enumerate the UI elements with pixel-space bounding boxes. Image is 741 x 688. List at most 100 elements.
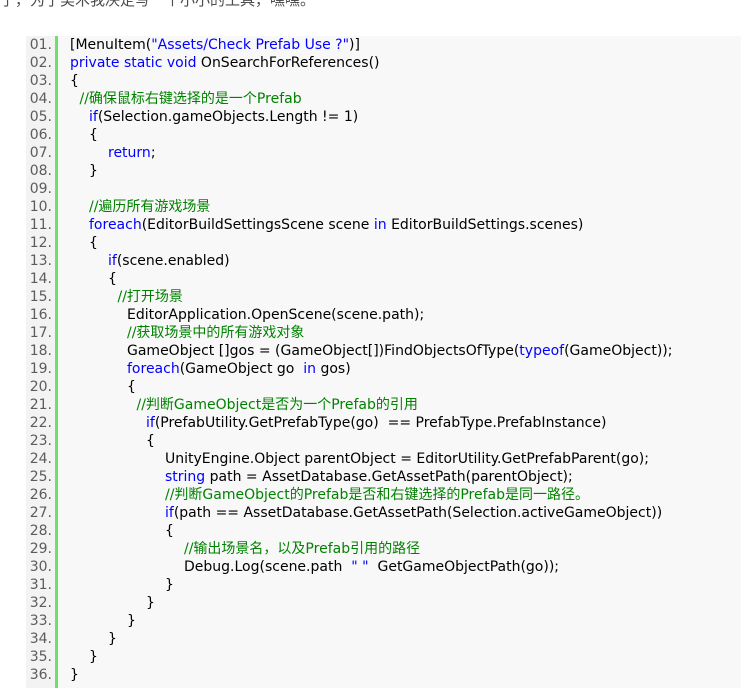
code-line: 35.} bbox=[26, 648, 741, 666]
code-token-plain: { bbox=[89, 235, 98, 251]
code-token-keyword: foreach bbox=[89, 217, 142, 233]
code-token-plain: GameObject []gos = (GameObject[])FindObj… bbox=[127, 343, 520, 359]
code-line: 15. //打开场景 bbox=[26, 288, 741, 306]
line-number: 25. bbox=[29, 469, 52, 485]
code-text: //输出场景名，以及Prefab引用的路径 bbox=[184, 540, 420, 558]
code-token-plain: } bbox=[108, 631, 117, 647]
code-token-keyword: private static void bbox=[70, 55, 197, 71]
line-number: 04. bbox=[29, 91, 52, 107]
code-text: foreach(EditorBuildSettingsScene scene i… bbox=[89, 216, 583, 234]
code-line: 14. { bbox=[26, 270, 741, 288]
code-line: 08.} bbox=[26, 162, 741, 180]
code-token-plain: (scene.enabled) bbox=[116, 253, 230, 269]
code-token-plain: } bbox=[146, 595, 155, 611]
code-line: 31.} bbox=[26, 576, 741, 594]
code-text: [MenuItem("Assets/Check Prefab Use ?")] bbox=[70, 36, 360, 54]
code-line: 01. [MenuItem("Assets/Check Prefab Use ?"… bbox=[26, 36, 741, 54]
code-text: return; bbox=[108, 144, 156, 162]
code-token-keyword: typeof bbox=[519, 343, 565, 359]
code-token-plain: { bbox=[89, 127, 98, 143]
code-token-keyword: return bbox=[108, 145, 151, 161]
code-token-plain: gos) bbox=[316, 361, 351, 377]
line-number: 29. bbox=[29, 541, 52, 557]
line-number: 02. bbox=[29, 55, 52, 71]
code-text: { bbox=[146, 432, 155, 450]
code-text: } bbox=[89, 648, 98, 666]
code-token-plain: { bbox=[165, 523, 174, 539]
code-token-comment: //判断GameObject是否为一个Prefab的引用 bbox=[136, 397, 418, 413]
code-token-plain: } bbox=[89, 649, 98, 665]
code-line: 25. string path = AssetDatabase.GetAssetP… bbox=[26, 468, 741, 486]
code-token-plain: (Selection.gameObjects.Length != 1) bbox=[97, 109, 359, 125]
code-line: 29. //输出场景名，以及Prefab引用的路径 bbox=[26, 540, 741, 558]
line-number: 12. bbox=[29, 235, 52, 251]
code-token-comment: //输出场景名，以及Prefab引用的路径 bbox=[184, 541, 421, 557]
code-token-keyword: foreach bbox=[127, 361, 180, 377]
line-number: 05. bbox=[29, 109, 52, 125]
code-token-plain: { bbox=[108, 271, 117, 287]
line-number: 10. bbox=[29, 199, 52, 215]
line-number: 36. bbox=[29, 667, 52, 683]
code-line: 06. { bbox=[26, 126, 741, 144]
code-token-plain: } bbox=[89, 163, 98, 179]
code-token-plain: EditorBuildSettings.scenes) bbox=[386, 217, 584, 233]
code-text: } bbox=[165, 576, 174, 594]
code-text: GameObject []gos = (GameObject[])FindObj… bbox=[127, 342, 672, 360]
code-text: } bbox=[70, 666, 79, 684]
code-line: 17. //获取场景中的所有游戏对象 bbox=[26, 324, 741, 342]
code-line: 28. { bbox=[26, 522, 741, 540]
code-text: } bbox=[108, 630, 117, 648]
code-text: string path = AssetDatabase.GetAssetPath… bbox=[165, 468, 573, 486]
line-number: 14. bbox=[29, 271, 52, 287]
code-token-plain: path = AssetDatabase.GetAssetPath(parent… bbox=[205, 469, 573, 485]
code-token-string: " " bbox=[351, 559, 369, 575]
code-line: 27. if(path == AssetDatabase.GetAssetPath… bbox=[26, 504, 741, 522]
code-line: 04. //确保鼠标右键选择的是一个Prefab bbox=[26, 90, 741, 108]
code-text: { bbox=[89, 234, 98, 252]
code-line: 21. //判断GameObject是否为一个Prefab的引用 bbox=[26, 396, 741, 414]
code-token-plain: Debug.Log(scene.path bbox=[184, 559, 352, 575]
line-number: 08. bbox=[29, 163, 52, 179]
code-token-comment: //获取场景中的所有游戏对象 bbox=[127, 325, 305, 341]
code-text: if(path == AssetDatabase.GetAssetPath(Se… bbox=[165, 504, 662, 522]
code-line: 09. bbox=[26, 180, 741, 198]
code-token-comment: //判断GameObject的Prefab是否和右键选择的Prefab是同一路径… bbox=[165, 487, 590, 503]
code-token-keyword: if bbox=[146, 415, 155, 431]
code-line: 33.} bbox=[26, 612, 741, 630]
code-block[interactable]: 01. [MenuItem("Assets/Check Prefab Use ?"… bbox=[26, 36, 741, 688]
code-token-plain: (path == AssetDatabase.GetAssetPath(Sele… bbox=[173, 505, 663, 521]
code-token-keyword: in bbox=[373, 217, 387, 233]
code-token-plain: } bbox=[70, 667, 79, 683]
line-number: 03. bbox=[29, 73, 52, 89]
code-token-plain: (EditorBuildSettingsScene scene bbox=[141, 217, 374, 233]
code-token-plain: { bbox=[127, 379, 136, 395]
code-token-plain: GetGameObjectPath(go)); bbox=[368, 559, 560, 575]
code-text: { bbox=[127, 378, 136, 396]
code-text: foreach(GameObject go in gos) bbox=[127, 360, 351, 378]
code-line: 12. { bbox=[26, 234, 741, 252]
code-text: //确保鼠标右键选择的是一个Prefab bbox=[80, 90, 302, 108]
code-line: 07. return; bbox=[26, 144, 741, 162]
code-token-keyword: if bbox=[108, 253, 117, 269]
code-text: //打开场景 bbox=[118, 288, 183, 306]
code-token-plain: [MenuItem( bbox=[70, 37, 152, 53]
line-number: 30. bbox=[29, 559, 52, 575]
line-number: 27. bbox=[29, 505, 52, 521]
code-text: { bbox=[70, 72, 79, 90]
code-token-plain: (PrefabUtility.GetPrefabType(go) == Pref… bbox=[154, 415, 607, 431]
code-line: 36.} bbox=[26, 666, 741, 684]
code-text: //判断GameObject的Prefab是否和右键选择的Prefab是同一路径… bbox=[165, 486, 589, 504]
code-token-keyword: if bbox=[89, 109, 98, 125]
code-text: //遍历所有游戏场景 bbox=[89, 198, 210, 216]
line-number: 34. bbox=[29, 631, 52, 647]
line-number: 31. bbox=[29, 577, 52, 593]
line-number: 20. bbox=[29, 379, 52, 395]
line-number: 18. bbox=[29, 343, 52, 359]
code-text: if(PrefabUtility.GetPrefabType(go) == Pr… bbox=[146, 414, 606, 432]
line-number: 26. bbox=[29, 487, 52, 503]
line-number: 23. bbox=[29, 433, 52, 449]
code-line: 18. GameObject []gos = (GameObject[])Find… bbox=[26, 342, 741, 360]
line-number: 33. bbox=[29, 613, 52, 629]
code-token-comment: //遍历所有游戏场景 bbox=[89, 199, 211, 215]
code-token-plain: EditorApplication.OpenScene(scene.path); bbox=[127, 307, 425, 323]
